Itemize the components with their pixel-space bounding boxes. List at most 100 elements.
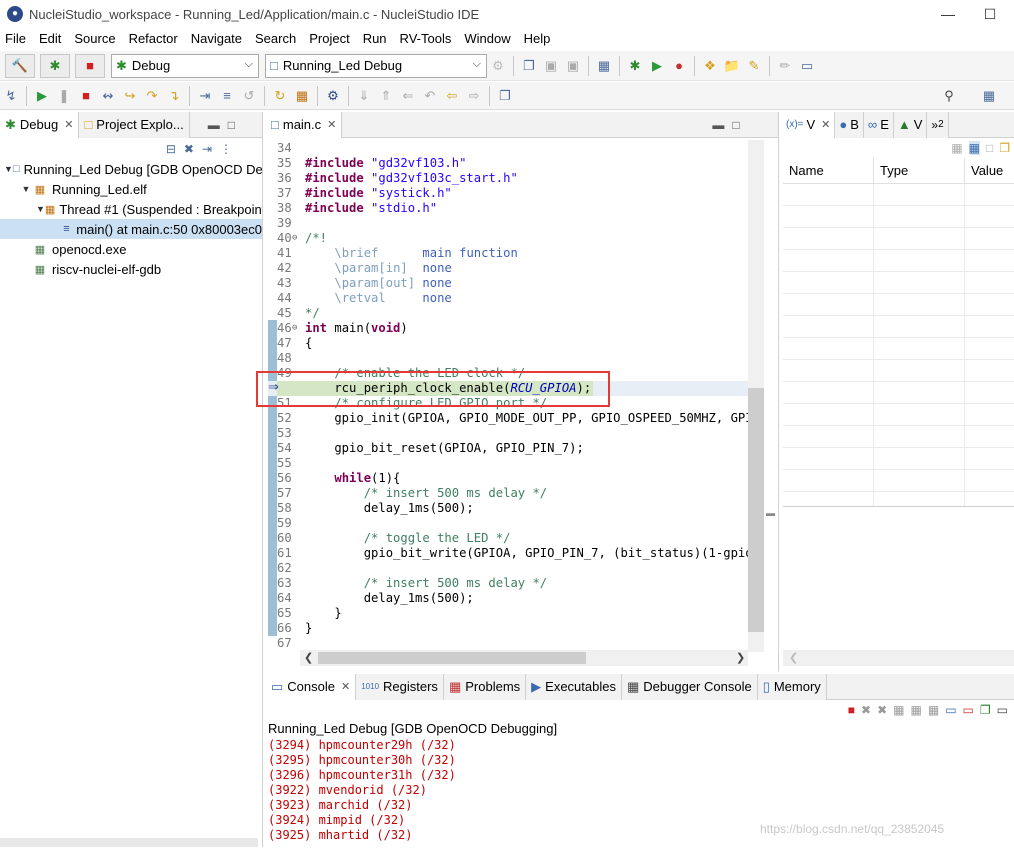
editor-hscrollbar[interactable]	[300, 650, 748, 666]
pin-icon[interactable]: ❐	[999, 141, 1010, 155]
step-return-icon[interactable]: ↴	[164, 86, 184, 106]
next-annotation-icon[interactable]: ⇓	[354, 86, 374, 106]
scroll-left-icon[interactable]: ❮	[789, 651, 798, 664]
settings-gear-icon[interactable]: ⚙	[323, 86, 343, 106]
screen-icon[interactable]: ▭	[797, 56, 817, 76]
clear-console-icon[interactable]: ▦	[893, 703, 904, 717]
last-edit-icon[interactable]: ⇐	[398, 86, 418, 106]
variables-table-body[interactable]	[783, 184, 1014, 506]
code-line[interactable]: 36 #include "gd32vf103c_start.h"	[268, 171, 748, 186]
build-hammer-button[interactable]: 🔨	[5, 53, 35, 78]
drop-frame-icon[interactable]: ≡	[217, 86, 237, 106]
step-filter-icon[interactable]: ⇥	[202, 142, 212, 156]
code-line[interactable]: 37 #include "systick.h"	[268, 186, 748, 201]
terminate-icon[interactable]: ■	[848, 703, 855, 717]
external-tools-icon[interactable]: ●	[669, 56, 689, 76]
scroll-left-icon[interactable]: ❮	[304, 651, 313, 664]
code-line[interactable]: 55	[268, 456, 748, 471]
code-line[interactable]: 43 \param[out] none	[268, 276, 748, 291]
tab-expressions[interactable]: ∞ E	[863, 111, 894, 138]
binary-icon[interactable]: ▦	[594, 56, 614, 76]
remove-all-icon[interactable]: ✖	[877, 703, 887, 717]
code-line[interactable]: 56 while(1){	[268, 471, 748, 486]
close-icon[interactable]: ✕	[327, 118, 336, 131]
menu-source[interactable]: Source	[74, 31, 115, 46]
minimize-button[interactable]: —	[933, 4, 963, 24]
tab-memory[interactable]: ▯ Memory	[757, 673, 827, 700]
debug-hscrollbar[interactable]	[0, 838, 258, 847]
display-console-icon[interactable]: ▭	[997, 703, 1008, 717]
annotation-icon[interactable]: ✏	[775, 56, 795, 76]
resume-icon[interactable]: ▶	[32, 86, 52, 106]
code-line[interactable]: 67	[268, 636, 748, 651]
show-on-output-icon[interactable]: ▭	[945, 703, 956, 717]
code-line[interactable]: 63 /* insert 500 ms delay */	[268, 576, 748, 591]
search-icon[interactable]: ⚲	[939, 86, 959, 106]
restart-icon[interactable]: ↻	[270, 86, 290, 106]
tab-variables[interactable]: (x)= V ✕	[782, 111, 836, 138]
code-line[interactable]: 52 gpio_init(GPIOA, GPIO_MODE_OUT_PP, GP…	[268, 411, 748, 426]
tree-item-stack-frame[interactable]: ≡ main() at main.c:50 0x80003ec0	[0, 219, 262, 239]
menu-refactor[interactable]: Refactor	[129, 31, 178, 46]
code-line[interactable]: 58 delay_1ms(500);	[268, 501, 748, 516]
minimize-icon[interactable]: ▬	[712, 118, 724, 132]
menu-navigate[interactable]: Navigate	[191, 31, 242, 46]
maximize-icon[interactable]: □	[228, 118, 235, 132]
menu-help[interactable]: Help	[524, 31, 551, 46]
scroll-right-icon[interactable]: ❯	[736, 651, 745, 664]
tab-registers[interactable]: 1010 Registers	[356, 673, 444, 700]
code-line[interactable]: 48	[268, 351, 748, 366]
remove-launch-icon[interactable]: ✖	[861, 703, 871, 717]
tab-debugger-console[interactable]: ▦ Debugger Console	[621, 673, 758, 700]
code-line[interactable]: 59	[268, 516, 748, 531]
code-line[interactable]: 66}	[268, 621, 748, 636]
fold-icon[interactable]: ⊖	[292, 321, 297, 336]
pen-icon[interactable]: ✎	[744, 56, 764, 76]
close-icon[interactable]: ✕	[64, 118, 73, 131]
code-line[interactable]: 61 gpio_bit_write(GPIOA, GPIO_PIN_7, (bi…	[268, 546, 748, 561]
menu-rv-tools[interactable]: RV-Tools	[400, 31, 452, 46]
show-type-names-icon[interactable]: ▦	[951, 141, 962, 155]
stop-button[interactable]: ■	[75, 53, 105, 78]
column-value[interactable]: Value	[965, 158, 1014, 184]
scroll-lock-icon[interactable]: ▦	[911, 703, 922, 717]
reset-icon[interactable]: ↺	[239, 86, 259, 106]
launch-mode-select[interactable]: ✱ Debug ⌵	[111, 53, 259, 78]
save-icon[interactable]: ▣	[541, 56, 561, 76]
collapse-all-icon[interactable]: □	[986, 141, 993, 155]
maximize-icon[interactable]: □	[732, 118, 739, 132]
fold-icon[interactable]: ⊖	[292, 231, 297, 246]
code-line[interactable]: 62	[268, 561, 748, 576]
code-line[interactable]: 64 delay_1ms(500);	[268, 591, 748, 606]
minimize-icon[interactable]: ▬	[208, 118, 220, 132]
code-line[interactable]: 57 /* insert 500 ms delay */	[268, 486, 748, 501]
collapse-all-icon[interactable]: ⊟	[166, 142, 176, 156]
details-hscrollbar[interactable]: ❮	[783, 650, 1014, 666]
code-line[interactable]: 35 #include "gd32vf103.h"	[268, 156, 748, 171]
view-menu-icon[interactable]: ⋮	[220, 142, 232, 156]
menu-file[interactable]: File	[5, 31, 26, 46]
code-line[interactable]: 34	[268, 141, 748, 156]
pin-console-icon[interactable]: ❐	[980, 703, 991, 717]
code-line[interactable]: 39	[268, 216, 748, 231]
skip-breakpoints-icon[interactable]: ↯	[1, 86, 21, 106]
tree-item-openocd[interactable]: ▦ openocd.exe	[0, 239, 262, 259]
menu-search[interactable]: Search	[255, 31, 296, 46]
code-line[interactable]: 46 int main(void) ⊖	[268, 321, 748, 336]
step-into-icon[interactable]: ↪	[120, 86, 140, 106]
code-line[interactable]: 65 }	[268, 606, 748, 621]
tab-problems[interactable]: ▦ Problems	[443, 673, 527, 700]
back-icon[interactable]: ↶	[420, 86, 440, 106]
tab-breakpoints[interactable]: ● B	[835, 111, 864, 138]
code-line[interactable]: 54 gpio_bit_reset(GPIOA, GPIO_PIN_7);	[268, 441, 748, 456]
arrow-left-icon[interactable]: ⇦	[442, 86, 462, 106]
remove-terminated-icon[interactable]: ✖	[184, 142, 194, 156]
code-line[interactable]: 47 {	[268, 336, 748, 351]
save-all-icon[interactable]: ▣	[563, 56, 583, 76]
perspective-icon[interactable]: ▦	[979, 86, 999, 106]
tab-peripherals[interactable]: ▲ V	[893, 111, 928, 138]
menu-run[interactable]: Run	[363, 31, 387, 46]
suspend-icon[interactable]: ❚	[54, 86, 74, 106]
disconnect-icon[interactable]: ↭	[98, 86, 118, 106]
code-line[interactable]: 53	[268, 426, 748, 441]
